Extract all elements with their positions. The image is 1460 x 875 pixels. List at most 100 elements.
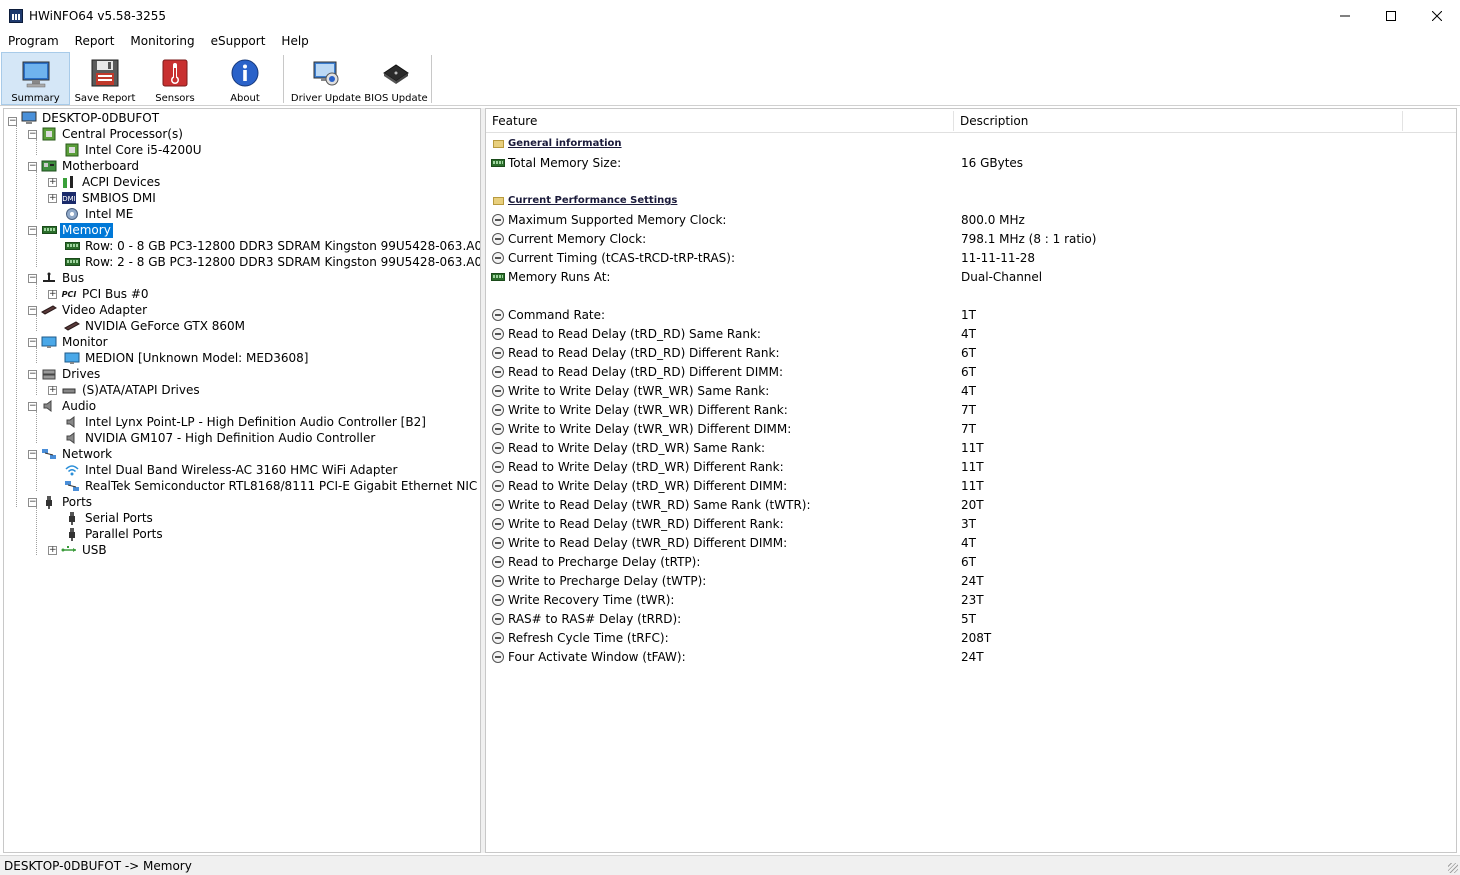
tree-item-smbios[interactable]: + DMI SMBIOS DMI xyxy=(48,190,158,206)
save-report-button[interactable]: Save Report xyxy=(74,52,136,105)
tree-item-intel-me[interactable]: Intel ME xyxy=(64,206,135,222)
list-row[interactable]: Write to Precharge Delay (tWTP): 24T xyxy=(486,571,1456,590)
description-cell: 11T xyxy=(961,440,984,455)
menu-help[interactable]: Help xyxy=(273,31,316,51)
summary-button[interactable]: Summary xyxy=(1,52,70,105)
collapse-icon[interactable]: − xyxy=(28,449,37,459)
list-row[interactable]: Refresh Cycle Time (tRFC): 208T xyxy=(486,628,1456,647)
tree-item-pci-bus[interactable]: + PCI PCI Bus #0 xyxy=(48,286,151,302)
list-row[interactable]: Write Recovery Time (tWR): 23T xyxy=(486,590,1456,609)
tree-item-root[interactable]: − DESKTOP-0DBUFOT xyxy=(8,110,161,126)
clock-icon xyxy=(491,213,505,226)
list-row[interactable]: RAS# to RAS# Delay (tRRD): 5T xyxy=(486,609,1456,628)
list-row[interactable]: Maximum Supported Memory Clock: 800.0 MHz xyxy=(486,210,1456,229)
tree-label: RealTek Semiconductor RTL8168/8111 PCI-E… xyxy=(85,478,478,493)
collapse-icon[interactable]: − xyxy=(28,273,37,283)
tree-item-drives[interactable]: − Drives xyxy=(28,366,102,382)
minimize-icon[interactable] xyxy=(1322,0,1368,31)
tree-item-cpu-model[interactable]: Intel Core i5-4200U xyxy=(64,142,204,158)
tree-item-memory[interactable]: − Memory xyxy=(28,222,113,238)
feature-cell: Write to Write Delay (tWR_WR) Different … xyxy=(508,402,788,417)
bios-update-button[interactable]: BIOS Update xyxy=(364,52,428,105)
collapse-icon[interactable]: − xyxy=(28,497,37,507)
list-row[interactable]: Read to Read Delay (tRD_RD) Same Rank: 4T xyxy=(486,324,1456,343)
tree-item-parallel-ports[interactable]: Parallel Ports xyxy=(64,526,165,542)
list-row[interactable]: Read to Write Delay (tRD_WR) Different R… xyxy=(486,457,1456,476)
list-row[interactable]: Read to Write Delay (tRD_WR) Same Rank: 1… xyxy=(486,438,1456,457)
tree-item-cpu[interactable]: − Central Processor(s) xyxy=(28,126,185,142)
column-header-description[interactable]: Description xyxy=(954,109,1402,133)
tree-item-audio1[interactable]: Intel Lynx Point-LP - High Definition Au… xyxy=(64,414,428,430)
list-row[interactable]: Current Timing (tCAS-tRCD-tRP-tRAS): 11-1… xyxy=(486,248,1456,267)
driver-update-button[interactable]: Driver Update xyxy=(290,52,362,105)
collapse-icon[interactable]: − xyxy=(8,116,17,126)
description-cell: 798.1 MHz (8 : 1 ratio) xyxy=(961,231,1097,246)
description-cell: 23T xyxy=(961,592,984,607)
collapse-icon[interactable]: − xyxy=(28,337,37,347)
list-row[interactable]: Write to Read Delay (tWR_RD) Different R… xyxy=(486,514,1456,533)
collapse-icon[interactable]: − xyxy=(28,305,37,315)
expand-icon[interactable]: + xyxy=(48,193,57,203)
collapse-icon[interactable]: − xyxy=(28,369,37,379)
tree-item-gpu[interactable]: NVIDIA GeForce GTX 860M xyxy=(64,318,247,334)
tree-item-video-adapter[interactable]: − Video Adapter xyxy=(28,302,149,318)
maximize-icon[interactable] xyxy=(1368,0,1414,31)
tree-item-sata[interactable]: + (S)ATA/ATAPI Drives xyxy=(48,382,202,398)
list-row[interactable]: Current Memory Clock: 798.1 MHz (8 : 1 ra… xyxy=(486,229,1456,248)
list-row[interactable]: Memory Runs At: Dual-Channel xyxy=(486,267,1456,286)
list-row[interactable]: Read to Read Delay (tRD_RD) Different DI… xyxy=(486,362,1456,381)
memory-module-icon xyxy=(64,239,80,253)
window-controls xyxy=(1322,0,1460,31)
tree-item-acpi[interactable]: + ACPI Devices xyxy=(48,174,162,190)
list-row[interactable]: Write to Write Delay (tWR_WR) Different … xyxy=(486,419,1456,438)
tree-item-audio[interactable]: − Audio xyxy=(28,398,98,414)
expand-icon[interactable]: + xyxy=(48,177,57,187)
tree-item-memory-row2[interactable]: Row: 2 - 8 GB PC3-12800 DDR3 SDRAM Kings… xyxy=(64,254,480,270)
tree-item-usb[interactable]: + USB xyxy=(48,542,109,558)
list-row[interactable]: Read to Read Delay (tRD_RD) Different Ra… xyxy=(486,343,1456,362)
device-tree[interactable]: − DESKTOP-0DBUFOT − Central Processor(s)… xyxy=(3,108,481,853)
menu-esupport[interactable]: eSupport xyxy=(203,31,274,51)
list-row[interactable]: Write to Read Delay (tWR_RD) Different D… xyxy=(486,533,1456,552)
tree-item-audio2[interactable]: NVIDIA GM107 - High Definition Audio Con… xyxy=(64,430,377,446)
tree-item-ports[interactable]: − Ports xyxy=(28,494,94,510)
list-section-header[interactable]: General information xyxy=(486,134,1456,153)
list-row[interactable]: Write to Read Delay (tWR_RD) Same Rank (… xyxy=(486,495,1456,514)
tree-item-ethernet[interactable]: RealTek Semiconductor RTL8168/8111 PCI-E… xyxy=(64,478,479,494)
tree-item-memory-row0[interactable]: Row: 0 - 8 GB PC3-12800 DDR3 SDRAM Kings… xyxy=(64,238,480,254)
close-icon[interactable] xyxy=(1414,0,1460,31)
expand-icon[interactable]: + xyxy=(48,545,57,555)
list-row[interactable]: Write to Write Delay (tWR_WR) Different … xyxy=(486,400,1456,419)
tree-item-wifi[interactable]: Intel Dual Band Wireless-AC 3160 HMC WiF… xyxy=(64,462,399,478)
list-row[interactable]: Total Memory Size: 16 GBytes xyxy=(486,153,1456,172)
collapse-icon[interactable]: − xyxy=(28,129,37,139)
menu-report[interactable]: Report xyxy=(67,31,123,51)
tree-item-monitor[interactable]: − Monitor xyxy=(28,334,110,350)
tree-item-motherboard[interactable]: − Motherboard xyxy=(28,158,141,174)
list-row[interactable]: Read to Write Delay (tRD_WR) Different D… xyxy=(486,476,1456,495)
tree-item-monitor-model[interactable]: MEDION [Unknown Model: MED3608] xyxy=(64,350,310,366)
expand-icon[interactable]: + xyxy=(48,385,57,395)
details-list[interactable]: Feature Description General information T… xyxy=(485,108,1457,853)
collapse-icon[interactable]: − xyxy=(28,401,37,411)
tree-item-bus[interactable]: − Bus xyxy=(28,270,86,286)
list-row[interactable]: Read to Precharge Delay (tRTP): 6T xyxy=(486,552,1456,571)
resize-grip-icon[interactable] xyxy=(1448,863,1458,873)
column-separator[interactable] xyxy=(1402,111,1403,131)
list-section-header[interactable]: Current Performance Settings xyxy=(486,191,1456,210)
expand-icon[interactable]: + xyxy=(48,289,57,299)
about-button[interactable]: About xyxy=(215,52,275,105)
collapse-icon[interactable]: − xyxy=(28,225,37,235)
collapse-icon[interactable]: − xyxy=(28,161,37,171)
tree-item-serial-ports[interactable]: Serial Ports xyxy=(64,510,155,526)
sensors-button[interactable]: Sensors xyxy=(145,52,205,105)
tree-label: Bus xyxy=(62,270,85,285)
list-row[interactable]: Four Activate Window (tFAW): 24T xyxy=(486,647,1456,666)
menu-program[interactable]: Program xyxy=(0,31,67,51)
column-header-feature[interactable]: Feature xyxy=(486,109,953,133)
tree-line xyxy=(36,507,37,555)
tree-item-network[interactable]: − Network xyxy=(28,446,114,462)
list-row[interactable]: Write to Write Delay (tWR_WR) Same Rank:… xyxy=(486,381,1456,400)
list-row[interactable]: Command Rate: 1T xyxy=(486,305,1456,324)
menu-monitoring[interactable]: Monitoring xyxy=(122,31,202,51)
